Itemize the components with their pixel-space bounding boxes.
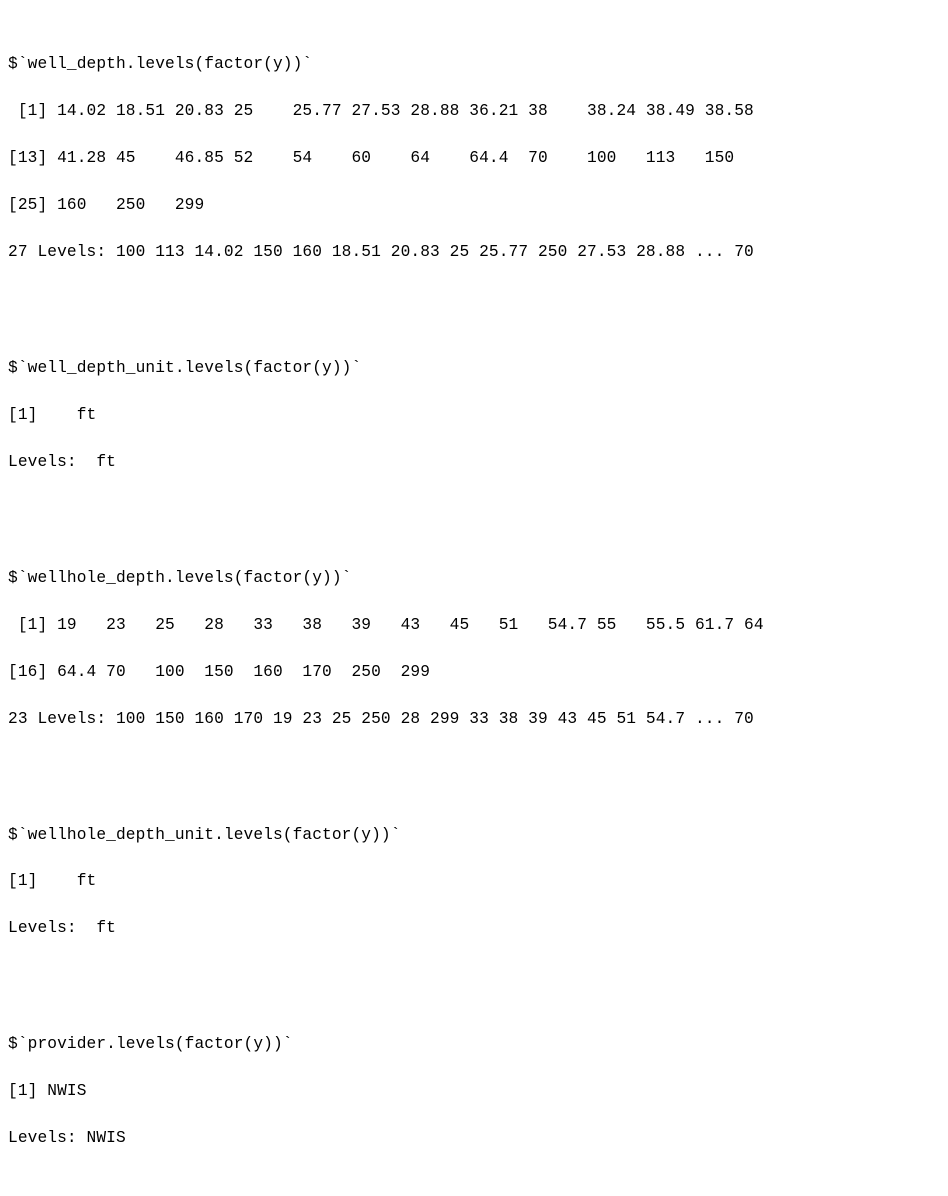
section-header: $`wellhole_depth.levels(factor(y))` xyxy=(8,567,940,590)
section-well-depth: $`well_depth.levels(factor(y))` [1] 14.0… xyxy=(8,29,940,287)
values-row-1: [1] ft xyxy=(8,404,940,427)
values-row-1: [1] 14.02 18.51 20.83 25 25.77 27.53 28.… xyxy=(8,100,940,123)
section-well-depth-unit: $`well_depth_unit.levels(factor(y))` [1]… xyxy=(8,333,940,497)
levels-line: Levels: NWIS xyxy=(8,1127,940,1150)
values-row-1: [1] 19 23 25 28 33 38 39 43 45 51 54.7 5… xyxy=(8,614,940,637)
values-row-2: [16] 64.4 70 100 150 160 170 250 299 xyxy=(8,661,940,684)
values-row-1: [1] ft xyxy=(8,870,940,893)
section-provider: $`provider.levels(factor(y))` [1] NWIS L… xyxy=(8,1010,940,1174)
values-row-3: [25] 160 250 299 xyxy=(8,194,940,217)
levels-line: Levels: ft xyxy=(8,451,940,474)
section-wellhole-depth: $`wellhole_depth.levels(factor(y))` [1] … xyxy=(8,543,940,754)
section-wellhole-depth-unit: $`wellhole_depth_unit.levels(factor(y))`… xyxy=(8,800,940,964)
values-row-1: [1] NWIS xyxy=(8,1080,940,1103)
section-header: $`well_depth.levels(factor(y))` xyxy=(8,53,940,76)
levels-line: 23 Levels: 100 150 160 170 19 23 25 250 … xyxy=(8,708,940,731)
values-row-2: [13] 41.28 45 46.85 52 54 60 64 64.4 70 … xyxy=(8,147,940,170)
section-header: $`provider.levels(factor(y))` xyxy=(8,1033,940,1056)
levels-line: 27 Levels: 100 113 14.02 150 160 18.51 2… xyxy=(8,241,940,264)
section-header: $`wellhole_depth_unit.levels(factor(y))` xyxy=(8,824,940,847)
section-header: $`well_depth_unit.levels(factor(y))` xyxy=(8,357,940,380)
levels-line: Levels: ft xyxy=(8,917,940,940)
